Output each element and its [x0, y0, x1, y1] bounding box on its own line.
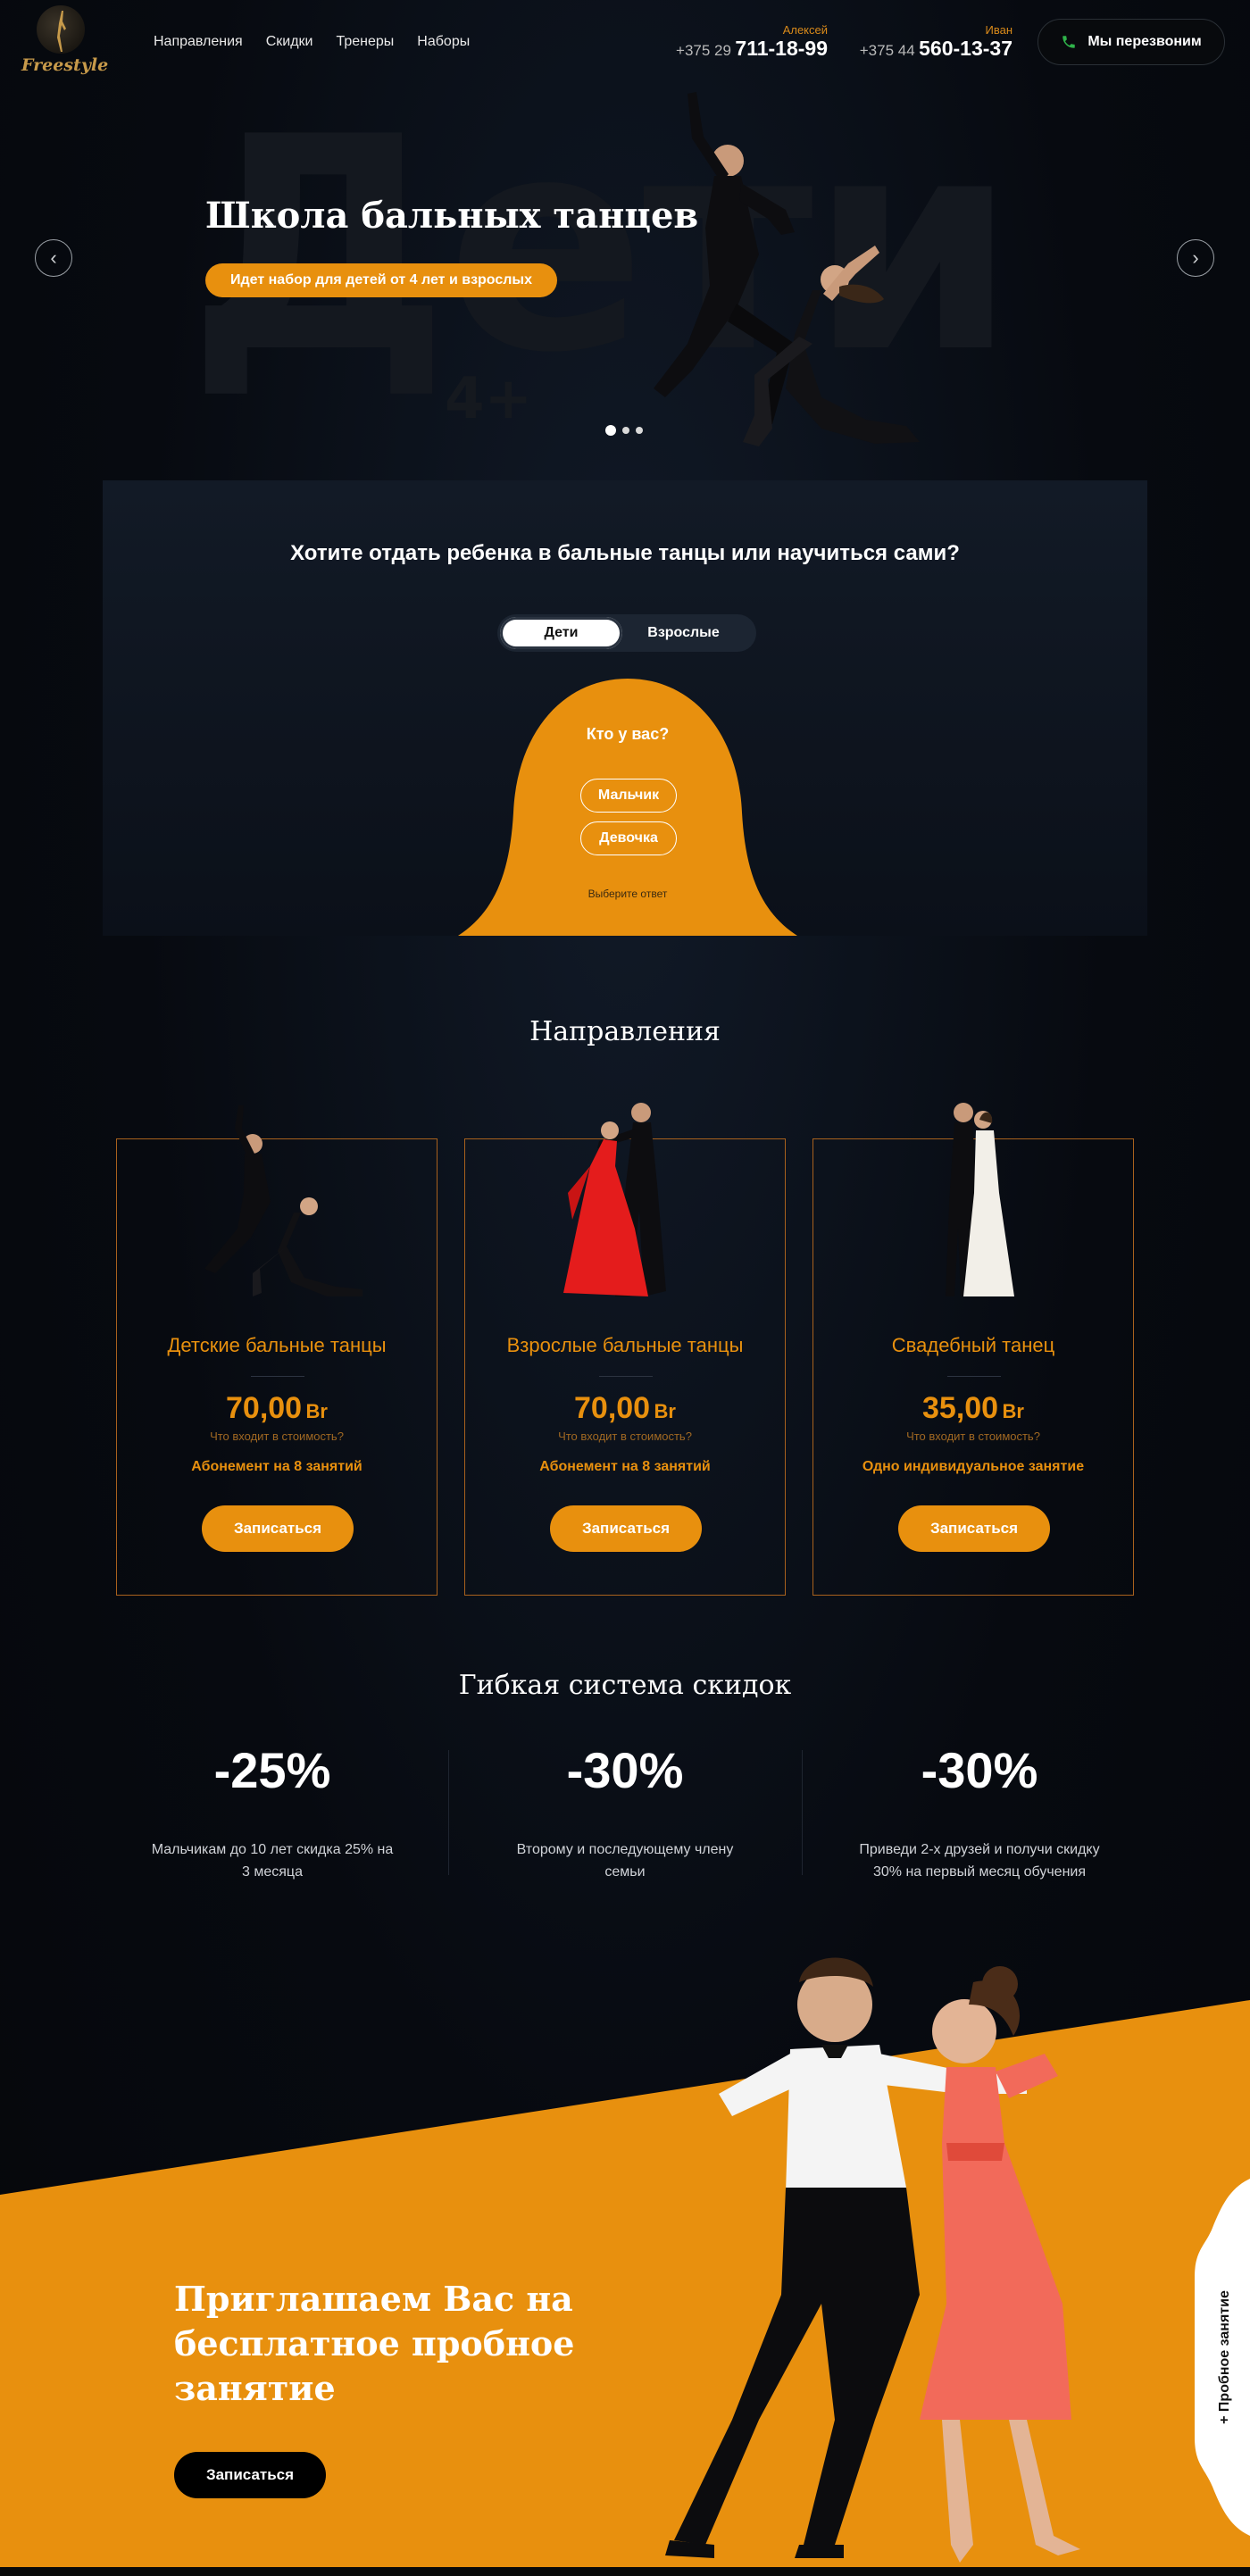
- dancer-logo-icon: [57, 11, 66, 52]
- divider: [947, 1376, 1001, 1377]
- direction-price: 70,00 Br: [117, 1391, 437, 1426]
- slider-prev-button[interactable]: ‹: [35, 239, 72, 277]
- price-currency: Br: [305, 1400, 328, 1422]
- price-currency: Br: [654, 1400, 676, 1422]
- wedding-dancers-image: [946, 1103, 1014, 1296]
- directions-title: Направления: [529, 1016, 721, 1047]
- slider-dot[interactable]: [622, 427, 629, 434]
- discount-line: семьи: [604, 1864, 646, 1880]
- slider-next-button[interactable]: ›: [1177, 239, 1214, 277]
- divider: [599, 1376, 653, 1377]
- signup-button[interactable]: Записаться: [898, 1505, 1050, 1552]
- phone-code: +375 29: [676, 42, 731, 59]
- slider-dots: [605, 425, 643, 436]
- discount-description: Второму и последующему члену семьи: [478, 1838, 772, 1883]
- discount-description: Приведи 2-х друзей и получи скидку 30% н…: [832, 1838, 1127, 1883]
- phone-contact-name: Иван: [985, 23, 1012, 37]
- toggle-adults[interactable]: Взрослые: [622, 617, 745, 649]
- discount-percent: -25%: [213, 1742, 331, 1798]
- quiz-section: Хотите отдать ребенка в бальные танцы ил…: [103, 480, 1147, 936]
- audience-toggle: Дети Взрослые: [497, 614, 756, 652]
- trial-lesson-side-tab-label[interactable]: + Пробное занятие: [1217, 2246, 1233, 2469]
- nav-link-discounts[interactable]: Скидки: [266, 34, 313, 50]
- discount-description: Мальчикам до 10 лет скидка 25% на 3 меся…: [125, 1838, 420, 1883]
- direction-subscription: Абонемент на 8 занятий: [191, 1459, 362, 1474]
- answer-girl-button[interactable]: Девочка: [580, 821, 677, 855]
- callback-label: Мы перезвоним: [1088, 34, 1202, 49]
- main-nav: Направления Скидки Тренеры Наборы: [154, 34, 470, 50]
- promo-title-line: занятие: [174, 2368, 336, 2408]
- phone-contact-ivan[interactable]: Иван +375 44 560-13-37: [860, 23, 1012, 61]
- logo[interactable]: Freestyle: [21, 5, 109, 80]
- quiz-hint: Выберите ответ: [588, 888, 668, 900]
- promo-title-line: Приглашаем Вас на: [174, 2279, 573, 2319]
- discount-item: -30% Второму и последующему члену семьи: [478, 1741, 772, 1883]
- promo-dancers-image: [665, 1957, 1080, 2563]
- discounts-title: Гибкая система скидок: [458, 1670, 792, 1701]
- discount-divider: [448, 1750, 449, 1875]
- signup-button[interactable]: Записаться: [202, 1505, 354, 1552]
- quiz-question-panel: Кто у вас? Мальчик Девочка Выберите отве…: [458, 679, 797, 936]
- direction-price: 70,00 Br: [465, 1391, 785, 1426]
- discount-percent: -30%: [566, 1742, 684, 1798]
- answer-boy-button[interactable]: Мальчик: [580, 779, 677, 813]
- price-value: 70,00: [574, 1391, 651, 1425]
- direction-card-kids: Детские бальные танцы 70,00 Br Что входи…: [116, 1105, 438, 1596]
- page: Дети 4+ Школа бальных танцев Идет набор …: [0, 0, 1250, 2576]
- direction-name: Взрослые бальные танцы: [506, 1334, 744, 1356]
- price-includes-link[interactable]: Что входит в стоимость?: [813, 1430, 1133, 1443]
- price-includes-link[interactable]: Что входит в стоимость?: [117, 1430, 437, 1443]
- phone-code: +375 44: [859, 42, 915, 59]
- discount-percent: -30%: [921, 1742, 1038, 1798]
- price-value: 70,00: [226, 1391, 303, 1425]
- site-header: Freestyle Направления Скидки Тренеры Наб…: [0, 0, 1250, 85]
- adults-dancers-image: [563, 1103, 666, 1296]
- divider: [251, 1376, 304, 1377]
- quiz-title: Хотите отдать ребенка в бальные танцы ил…: [290, 541, 960, 565]
- hero-recruitment-badge: Идет набор для детей от 4 лет и взрослых: [205, 263, 557, 297]
- slider-dot[interactable]: [636, 427, 643, 434]
- promo-title: Приглашаем Вас на бесплатное пробное зан…: [174, 2277, 585, 2411]
- direction-subscription: Одно индивидуальное занятие: [862, 1459, 1085, 1474]
- toggle-kids[interactable]: Дети: [500, 617, 622, 649]
- signup-button[interactable]: Записаться: [550, 1505, 702, 1552]
- discount-line: Приведи 2-х друзей и получи скидку: [859, 1842, 1100, 1857]
- phone-number: 711-18-99: [735, 37, 828, 60]
- promo-title-line: бесплатное пробное: [174, 2323, 575, 2363]
- price-includes-link[interactable]: Что входит в стоимость?: [465, 1430, 785, 1443]
- hero-dancers-image: [654, 92, 920, 446]
- direction-name: Свадебный танец: [891, 1334, 1055, 1356]
- promo-signup-button[interactable]: Записаться: [174, 2452, 326, 2498]
- slider-dot[interactable]: [605, 425, 616, 436]
- discount-divider: [802, 1750, 803, 1875]
- direction-price: 35,00 Br: [813, 1391, 1133, 1426]
- direction-name: Детские бальные танцы: [167, 1334, 387, 1356]
- chevron-left-icon: ‹: [50, 246, 57, 269]
- discount-line: Второму и последующему члену: [516, 1842, 734, 1857]
- kids-dancers-image: [204, 1105, 362, 1296]
- phone-number: 560-13-37: [919, 37, 1012, 60]
- price-value: 35,00: [922, 1391, 999, 1425]
- direction-card-adults: Взрослые бальные танцы 70,00 Br Что вход…: [464, 1103, 786, 1596]
- phone-contact-name: Алексей: [782, 23, 828, 37]
- nav-link-directions[interactable]: Направления: [154, 34, 243, 50]
- discount-item: -25% Мальчикам до 10 лет скидка 25% на 3…: [125, 1741, 420, 1883]
- price-currency: Br: [1002, 1400, 1024, 1422]
- logo-text: Freestyle: [21, 55, 109, 75]
- nav-link-trainers[interactable]: Тренеры: [336, 34, 394, 50]
- phone-icon: [1062, 36, 1076, 48]
- discount-line: 3 месяца: [242, 1864, 303, 1880]
- hero-title: Школа бальных танцев: [205, 195, 699, 237]
- callback-button[interactable]: Мы перезвоним: [1038, 19, 1225, 65]
- phone-contact-aleksey[interactable]: Алексей +375 29 711-18-99: [676, 23, 828, 61]
- discount-item: -30% Приведи 2-х друзей и получи скидку …: [832, 1741, 1127, 1883]
- direction-card-wedding: Свадебный танец 35,00 Br Что входит в ст…: [812, 1103, 1134, 1596]
- nav-link-enrollments[interactable]: Наборы: [417, 34, 470, 50]
- discount-line: 30% на первый месяц обучения: [872, 1864, 1087, 1880]
- direction-subscription: Абонемент на 8 занятий: [539, 1459, 711, 1474]
- quiz-question: Кто у вас?: [586, 725, 670, 743]
- chevron-right-icon: ›: [1192, 246, 1199, 269]
- discount-line: Мальчикам до 10 лет скидка 25% на: [151, 1842, 394, 1857]
